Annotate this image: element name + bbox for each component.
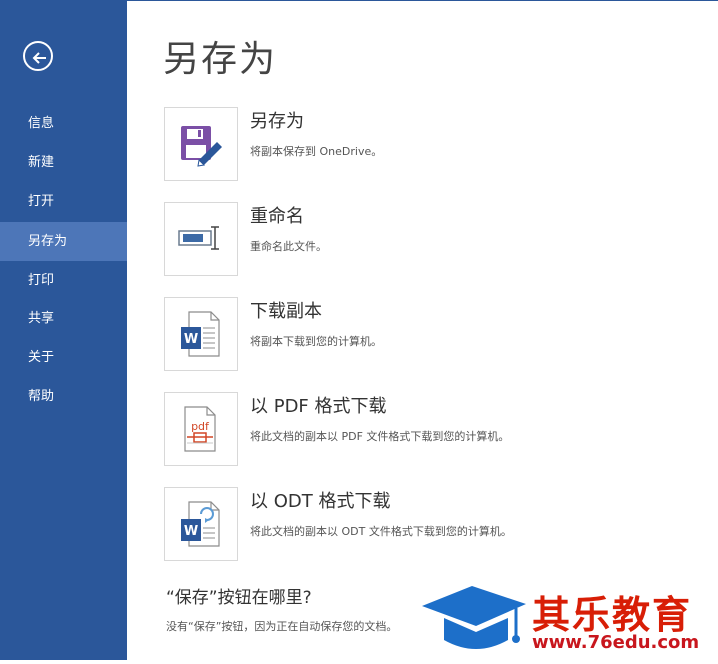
svg-text:W: W xyxy=(184,524,198,539)
option-tile[interactable] xyxy=(164,107,238,181)
save-disk-icon xyxy=(181,126,222,167)
nav-item-share[interactable]: 共享 xyxy=(0,299,127,338)
pdf-document-icon: pdf xyxy=(184,406,216,452)
option-download-pdf[interactable]: pdf 以 PDF 格式下载 将此文档的副本以 PDF 文件格式下载到您的计算机… xyxy=(164,392,704,466)
nav-item-print[interactable]: 打印 xyxy=(0,261,127,300)
save-button-faq-description: 没有“保存”按钮，因为正在自动保存您的文档。 xyxy=(166,620,398,633)
option-description: 将副本保存到 OneDrive。 xyxy=(250,145,383,158)
option-description: 将此文档的副本以 ODT 文件格式下载到您的计算机。 xyxy=(250,525,512,538)
option-save-as[interactable]: 另存为 将副本保存到 OneDrive。 xyxy=(164,107,704,181)
option-title: 另存为 xyxy=(250,111,304,132)
nav-item-new[interactable]: 新建 xyxy=(0,143,127,182)
nav-item-help[interactable]: 帮助 xyxy=(0,377,127,416)
option-tile[interactable]: W xyxy=(164,297,238,371)
option-tile[interactable]: W xyxy=(164,487,238,561)
option-rename[interactable]: 重命名 重命名此文件。 xyxy=(164,202,704,276)
option-description: 重命名此文件。 xyxy=(250,240,327,253)
option-description: 将副本下载到您的计算机。 xyxy=(250,335,382,348)
option-tile[interactable] xyxy=(164,202,238,276)
option-title: 重命名 xyxy=(250,206,304,227)
watermark-url: www.76edu.com xyxy=(532,632,700,653)
option-tile[interactable]: pdf xyxy=(164,392,238,466)
save-button-faq-title: “保存”按钮在哪里? xyxy=(166,588,312,608)
option-title: 以 ODT 格式下载 xyxy=(250,491,391,512)
option-title: 以 PDF 格式下载 xyxy=(250,396,387,417)
option-download-odt[interactable]: W 以 ODT 格式下载 将此文档的副本以 ODT 文件格式下载到您的计算机。 xyxy=(164,487,704,561)
option-title: 下载副本 xyxy=(250,301,322,322)
svg-text:W: W xyxy=(184,332,198,347)
graduation-cap-icon xyxy=(422,586,526,649)
nav-item-open[interactable]: 打开 xyxy=(0,182,127,221)
odt-document-icon: W xyxy=(181,501,220,547)
nav-item-save-as[interactable]: 另存为 xyxy=(0,222,127,261)
watermark: 其乐教育 www.76edu.com xyxy=(422,578,718,660)
option-download-copy[interactable]: W 下载副本 将副本下载到您的计算机。 xyxy=(164,297,704,371)
nav-item-info[interactable]: 信息 xyxy=(0,104,127,143)
word-document-icon: W xyxy=(181,311,220,357)
sidebar: 信息 新建 打开 另存为 打印 共享 关于 帮助 xyxy=(0,0,127,660)
page-title: 另存为 xyxy=(163,39,278,80)
svg-text:pdf: pdf xyxy=(191,420,210,433)
watermark-brand: 其乐教育 xyxy=(532,593,693,637)
back-arrow-icon xyxy=(32,52,46,64)
top-border xyxy=(127,0,718,1)
rename-icon xyxy=(178,226,219,250)
nav-item-about[interactable]: 关于 xyxy=(0,338,127,377)
back-button[interactable] xyxy=(23,41,53,71)
option-description: 将此文档的副本以 PDF 文件格式下载到您的计算机。 xyxy=(250,430,510,443)
